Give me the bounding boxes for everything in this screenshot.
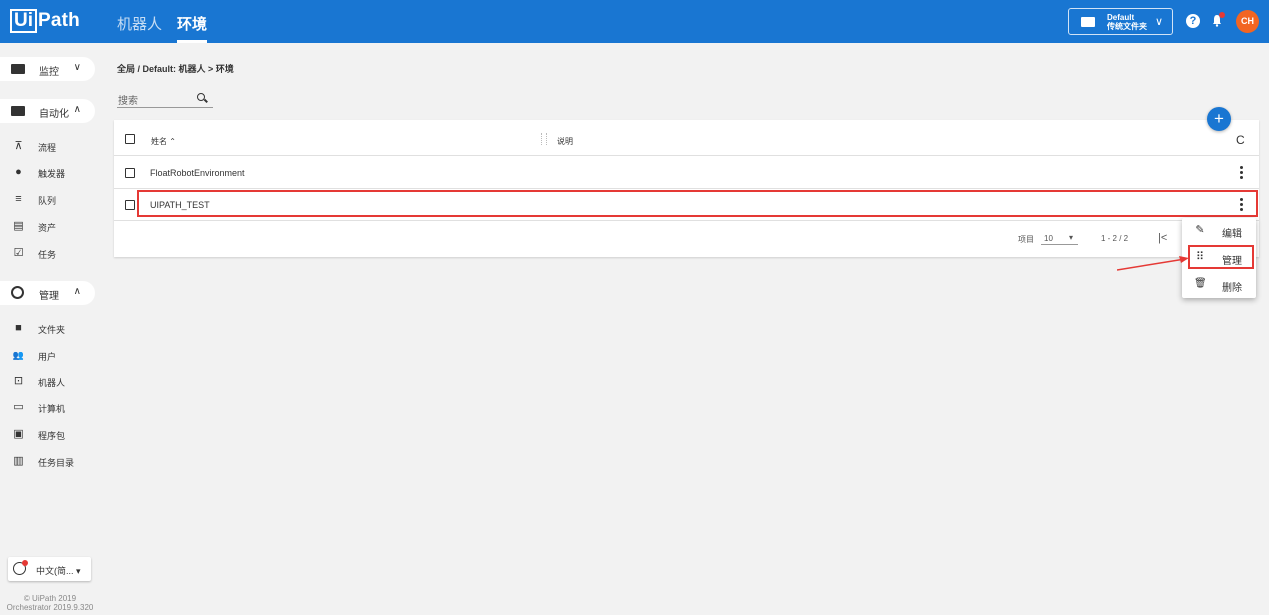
sidebar-item-label: 程序包 <box>38 431 66 441</box>
package-icon: ▣ <box>13 428 24 440</box>
folder-name: Default <box>1107 12 1135 22</box>
chevron-down-icon: ∨ <box>1154 16 1163 28</box>
queue-icon: ≡ <box>15 193 22 205</box>
clipboard-icon: ☑ <box>13 247 24 259</box>
avatar[interactable]: CH <box>1236 10 1259 33</box>
sidebar-item-folders[interactable]: ■ 文件夹 <box>0 319 100 339</box>
users-icon: 👥 <box>12 350 25 360</box>
search-input[interactable]: 搜索 <box>118 92 138 107</box>
sidebar-item-label: 用户 <box>38 352 57 362</box>
sidebar-section-monitoring[interactable]: 监控 ∨ <box>0 57 95 81</box>
pager-range: 1 - 2 / 2 <box>1101 234 1129 243</box>
sidebar-item-label: 队列 <box>38 196 57 206</box>
pencil-icon: ✎ <box>1195 224 1205 236</box>
sidebar-item-users[interactable]: 👥 用户 <box>0 346 100 366</box>
sidebar-item-label: 触发器 <box>38 169 66 179</box>
folder-swap-icon <box>1081 16 1095 27</box>
menu-item-label: 编辑 <box>1222 229 1242 240</box>
annotation-arrow <box>1117 256 1189 271</box>
sidebar-item-processes[interactable]: ⊼ 流程 <box>0 137 100 157</box>
copyright: © UiPath 2019 Orchestrator 2019.9.320 <box>0 594 100 612</box>
pager-items-label: 项目 <box>1018 235 1034 244</box>
refresh-icon[interactable]: C <box>1236 133 1245 147</box>
section-label: 自动化 <box>39 109 69 120</box>
catalog-icon: ▥ <box>13 455 24 467</box>
tab-environments[interactable]: 环境 <box>177 13 208 43</box>
logo-path: Path <box>38 10 80 31</box>
row-checkbox[interactable] <box>125 168 135 178</box>
sidebar-item-triggers[interactable]: ● 触发器 <box>0 163 100 183</box>
menu-item-edit[interactable]: ✎ 编辑 <box>1182 218 1256 244</box>
menu-highlight-annotation <box>1188 245 1254 269</box>
sidebar-item-job-catalog[interactable]: ▥ 任务目录 <box>0 452 100 472</box>
chevron-up-icon: ∧ <box>73 286 81 297</box>
folder-icon <box>11 64 25 74</box>
column-header-name[interactable]: 姓名 ⌃ <box>151 136 176 147</box>
page-size-value: 10 <box>1044 234 1053 243</box>
sidebar-item-assets[interactable]: ▤ 资产 <box>0 217 100 237</box>
notification-badge <box>1219 12 1225 18</box>
sidebar-item-label: 计算机 <box>38 404 66 414</box>
sidebar-item-jobs[interactable]: ☑ 任务 <box>0 244 100 264</box>
table-row[interactable]: FloatRobotEnvironment <box>114 157 1259 189</box>
bolt-icon: ● <box>15 166 22 178</box>
add-environment-button[interactable]: + <box>1207 107 1231 131</box>
language-selector[interactable]: 中文(简... ▾ <box>8 557 91 581</box>
monitor-icon: ▭ <box>13 401 24 413</box>
folder-icon: ■ <box>15 322 22 334</box>
chevron-down-icon: ∨ <box>73 62 81 73</box>
section-label: 管理 <box>39 291 59 302</box>
caret-down-icon: ▾ <box>1069 233 1074 242</box>
sidebar-item-label: 资产 <box>38 223 57 233</box>
trash-icon: 🗑 <box>1194 278 1207 289</box>
folder-selector-label: Default 传统文件夹 <box>1107 13 1147 31</box>
sitemap-icon: ⊼ <box>14 140 23 152</box>
sidebar-item-label: 流程 <box>38 143 57 153</box>
search-icon[interactable] <box>197 93 205 101</box>
asset-icon: ▤ <box>13 220 24 232</box>
logo-ui: Ui <box>10 9 37 33</box>
folder-type: 传统文件夹 <box>1107 21 1147 31</box>
first-page-icon[interactable]: |< <box>1158 232 1167 244</box>
menu-item-label: 删除 <box>1222 283 1242 294</box>
row-checkbox[interactable] <box>125 200 135 210</box>
version-line: Orchestrator 2019.9.320 <box>6 603 94 612</box>
uipath-logo[interactable]: Ui Path <box>10 9 80 33</box>
help-icon[interactable]: ? <box>1186 14 1200 28</box>
language-badge <box>22 560 28 566</box>
select-all-checkbox[interactable] <box>125 134 135 144</box>
table-header: 姓名 ⌃ 说明 <box>114 124 1259 156</box>
sidebar-item-label: 机器人 <box>38 378 66 388</box>
menu-item-delete[interactable]: 🗑 删除 <box>1182 272 1256 298</box>
chevron-up-icon: ∧ <box>73 104 81 115</box>
top-header: Ui Path 机器人 环境 Default 传统文件夹 ∨ ? CH <box>0 0 1269 43</box>
tab-robots[interactable]: 机器人 <box>117 13 162 43</box>
folder-icon <box>11 106 25 116</box>
sidebar-item-robots[interactable]: ⊡ 机器人 <box>0 372 100 392</box>
robot-icon: ⊡ <box>13 375 24 387</box>
column-header-description[interactable]: 说明 <box>557 136 573 147</box>
column-resize-handle[interactable] <box>541 133 547 145</box>
search-field[interactable]: 搜索 <box>117 90 213 108</box>
sidebar-item-queues[interactable]: ≡ 队列 <box>0 190 100 210</box>
sidebar-item-label: 文件夹 <box>38 325 66 335</box>
breadcrumb: 全局 / Default: 机器人 > 环境 <box>117 64 234 74</box>
sidebar-item-machines[interactable]: ▭ 计算机 <box>0 398 100 418</box>
language-label: 中文(简... ▾ <box>36 566 81 576</box>
row-name: FloatRobotEnvironment <box>150 168 245 178</box>
sidebar-section-automation[interactable]: 自动化 ∧ <box>0 99 95 123</box>
folder-selector-button[interactable]: Default 传统文件夹 ∨ <box>1068 8 1173 35</box>
more-options-icon[interactable] <box>1240 166 1243 180</box>
sidebar-item-label: 任务 <box>38 250 57 260</box>
sidebar-item-packages[interactable]: ▣ 程序包 <box>0 425 100 445</box>
row-highlight-annotation <box>137 190 1258 217</box>
sidebar-item-label: 任务目录 <box>38 458 75 468</box>
page-size-select[interactable]: 10 ▾ <box>1041 230 1078 245</box>
section-label: 监控 <box>39 67 59 78</box>
sidebar-section-management[interactable]: 管理 ∧ <box>0 281 95 305</box>
globe-icon <box>11 286 24 299</box>
copyright-line: © UiPath 2019 <box>23 594 77 603</box>
